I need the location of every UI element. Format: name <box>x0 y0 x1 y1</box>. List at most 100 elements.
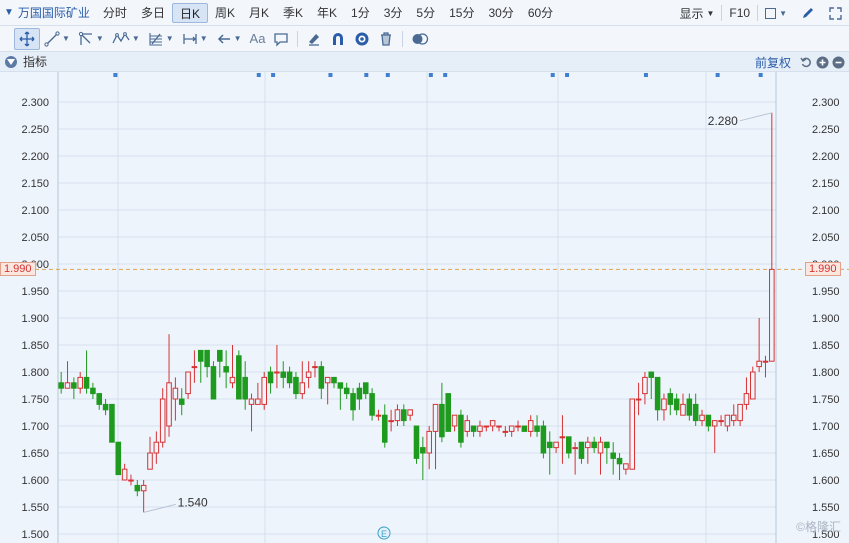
y-tick-label-right: 1.800 <box>812 367 840 379</box>
indicator-bar: 指标 前复权 <box>0 52 849 72</box>
candle-body <box>356 387 363 400</box>
event-marker-label: E <box>381 529 387 539</box>
period-tab-3min[interactable]: 3分 <box>377 3 410 23</box>
candle-body <box>350 393 356 411</box>
y-tick-label-right: 2.100 <box>812 205 840 217</box>
candle-body <box>305 371 312 378</box>
overlay-compare-tool[interactable] <box>407 28 433 50</box>
chevron-down-icon: ▼ <box>779 8 787 18</box>
period-tab-yearly[interactable]: 年K <box>310 3 344 23</box>
candle-body <box>515 425 521 428</box>
magnet-tool[interactable] <box>326 28 350 50</box>
candle-body <box>477 425 483 432</box>
event-dot <box>328 73 333 77</box>
y-tick-label-left: 2.050 <box>21 232 49 244</box>
triangle-down-icon <box>7 58 15 65</box>
candle-body <box>274 371 280 374</box>
visibility-tool[interactable] <box>350 28 374 50</box>
candle-body <box>629 398 636 470</box>
candle-body <box>166 382 172 427</box>
candle-body <box>553 441 559 449</box>
period-tab-quarterly[interactable]: 季K <box>276 3 310 23</box>
candle-body <box>197 349 204 362</box>
toolbar-right: 显示 ▼ F10 ▼ <box>672 0 849 26</box>
candle-body <box>134 484 141 492</box>
candle-body <box>267 371 274 384</box>
f10-label: F10 <box>729 6 751 20</box>
y-tick-label-left: 1.900 <box>21 313 49 325</box>
period-tab-30min[interactable]: 30分 <box>481 3 520 23</box>
zoom-in-icon[interactable] <box>816 56 829 69</box>
candle-body <box>191 366 198 369</box>
range-measure-tool[interactable]: ▼ <box>178 28 212 50</box>
y-tick-label-left: 2.200 <box>21 151 49 163</box>
y-tick-label-right: 2.150 <box>812 178 840 190</box>
ray-tool[interactable]: ▼ <box>74 28 108 50</box>
period-tab-60min[interactable]: 60分 <box>521 3 560 23</box>
fullscreen-button[interactable] <box>822 0 849 26</box>
candle-body <box>483 425 490 428</box>
layout-button[interactable]: ▼ <box>758 0 794 26</box>
stock-name-selector[interactable]: ▼ 万国国际矿业 <box>0 0 96 26</box>
eraser-tool[interactable] <box>302 28 326 50</box>
period-tab-daily[interactable]: 日K <box>171 2 208 23</box>
candle-body <box>172 387 179 400</box>
current-price-tag-right: 1.990 <box>805 262 841 277</box>
collapse-toggle[interactable] <box>5 55 17 68</box>
event-dot <box>715 73 720 77</box>
candle-body <box>705 414 712 427</box>
event-dot <box>271 73 276 77</box>
event-dot <box>643 73 648 77</box>
y-tick-label-left: 1.650 <box>21 448 49 460</box>
candle-body <box>71 382 77 389</box>
current-price-tag-left: 1.990 <box>0 262 36 277</box>
candle-body <box>489 420 496 427</box>
candle-body <box>559 436 566 439</box>
wave-tool[interactable]: ▼ <box>108 28 144 50</box>
candle-body <box>642 376 648 395</box>
comment-tool[interactable] <box>269 28 293 50</box>
price-adjust-button[interactable]: 前复权 <box>755 54 791 71</box>
delete-drawings-tool[interactable] <box>374 28 398 50</box>
candle-body <box>293 376 299 395</box>
period-tab-intraday[interactable]: 分时 <box>96 3 134 23</box>
chevron-down-icon: ▼ <box>62 34 70 43</box>
undo-icon[interactable] <box>800 56 813 69</box>
zoom-out-icon[interactable] <box>832 56 845 69</box>
period-tab-monthly[interactable]: 月K <box>242 3 276 23</box>
candle-body <box>692 403 699 422</box>
candle-body <box>699 414 705 422</box>
text-tool[interactable]: Aa <box>246 28 270 50</box>
candle-body <box>394 409 401 422</box>
period-tab-5min[interactable]: 5分 <box>409 3 442 23</box>
annotation-low-label: 1.540 <box>178 495 208 509</box>
period-tab-1min[interactable]: 1分 <box>344 3 377 23</box>
line-tool[interactable]: ▼ <box>40 28 74 50</box>
candle-body <box>286 371 293 384</box>
event-dot <box>550 73 555 77</box>
y-tick-label-right: 2.300 <box>812 97 840 109</box>
draw-pen-button[interactable] <box>794 0 822 26</box>
period-tab-multiday[interactable]: 多日 <box>134 3 172 23</box>
candle-body <box>96 393 103 405</box>
candle-body <box>711 420 718 427</box>
indicator-label: 指标 <box>23 55 48 69</box>
f10-button[interactable]: F10 <box>722 0 757 26</box>
candlestick-chart[interactable]: 2.300 2.300 2.250 2.250 2.200 2.200 2.150 2.150… <box>0 72 849 543</box>
crosshair-tool[interactable] <box>14 27 40 50</box>
y-tick-label-right: 1.750 <box>812 394 840 406</box>
candle-body <box>204 349 210 368</box>
fibonacci-icon <box>149 32 162 46</box>
candle-body <box>223 366 229 373</box>
candle-body <box>248 398 255 405</box>
chevron-down-icon: ▼ <box>165 34 174 43</box>
candle-body <box>565 436 572 454</box>
period-tab-15min[interactable]: 15分 <box>442 3 481 23</box>
arrow-tool[interactable]: ▼ <box>212 28 246 50</box>
candle-body <box>128 479 134 482</box>
display-menu-button[interactable]: 显示 ▼ <box>672 0 721 26</box>
fibonacci-tool[interactable]: ▼ <box>144 28 178 50</box>
period-tab-weekly[interactable]: 周K <box>208 3 242 23</box>
candle-body <box>724 414 731 427</box>
y-tick-label-right: 1.650 <box>812 448 840 460</box>
